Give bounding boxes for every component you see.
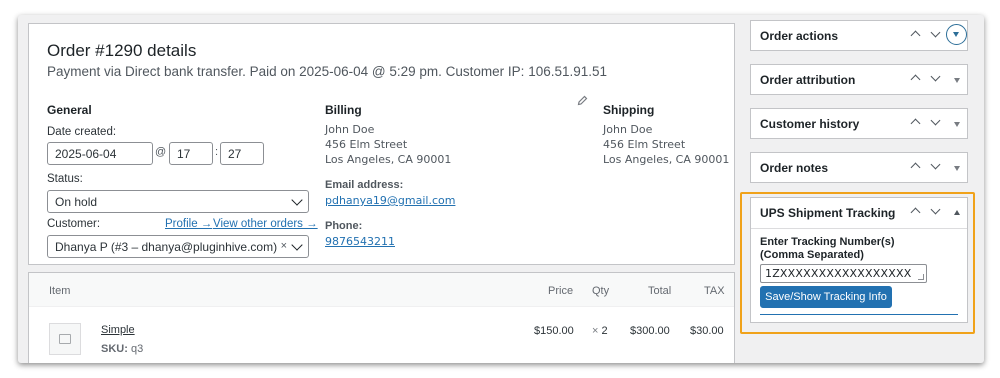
billing-city: Los Angeles, CA 90001: [325, 153, 452, 166]
move-down-icon[interactable]: [929, 27, 943, 43]
save-show-tracking-button[interactable]: Save/Show Tracking Info: [760, 286, 892, 308]
toggle-panel-icon[interactable]: [954, 122, 960, 127]
order-actions-box: Order actions: [750, 20, 968, 51]
billing-address: John Doe 456 Elm Street Los Angeles, CA …: [325, 122, 451, 167]
collapse-panel-icon[interactable]: [954, 210, 960, 215]
move-down-icon[interactable]: [929, 159, 943, 175]
move-down-icon[interactable]: [929, 71, 943, 87]
admin-window: Order #1290 details Payment via Direct b…: [18, 15, 984, 363]
profile-link[interactable]: Profile →: [165, 218, 212, 230]
shipping-city: Los Angeles, CA 90001: [603, 153, 730, 166]
column-qty: Qty: [592, 285, 610, 297]
status-value: On hold: [55, 195, 98, 209]
tracking-number-input[interactable]: 1ZXXXXXXXXXXXXXXXXX: [760, 264, 927, 283]
payment-summary: Payment via Direct bank transfer. Paid o…: [47, 64, 608, 79]
status-select[interactable]: On hold: [47, 190, 309, 213]
email-label: Email address:: [325, 179, 404, 191]
order-notes-box: Order notes: [750, 152, 968, 183]
toggle-panel-icon[interactable]: [954, 78, 960, 83]
shipping-street: 456 Elm Street: [603, 138, 686, 151]
email-link[interactable]: pdhanya19@gmail.com: [325, 194, 455, 207]
date-created-input[interactable]: 2025-06-04: [47, 142, 153, 165]
tracking-result-divider: [760, 314, 958, 315]
tracking-field-label: Enter Tracking Number(s) (Comma Separate…: [760, 236, 894, 262]
page-title: Order #1290 details: [47, 41, 197, 60]
time-separator: :: [215, 146, 219, 158]
general-heading: General: [47, 103, 92, 117]
billing-name: John Doe: [325, 123, 375, 136]
order-details-panel: Order #1290 details Payment via Direct b…: [28, 23, 735, 265]
status-label: Status:: [47, 173, 83, 185]
customer-label: Customer:: [47, 218, 101, 230]
move-up-icon[interactable]: [909, 204, 923, 220]
column-tax: TAX: [704, 285, 725, 297]
move-up-icon[interactable]: [909, 27, 923, 43]
move-up-icon[interactable]: [909, 159, 923, 175]
sku-value: q3: [130, 343, 144, 355]
shipping-address: John Doe 456 Elm Street Los Angeles, CA …: [603, 122, 729, 167]
order-attribution-box: Order attribution: [750, 64, 968, 95]
chevron-down-icon: [291, 239, 303, 251]
at-separator: @: [155, 146, 167, 158]
product-image-placeholder-icon: [49, 323, 81, 355]
ups-box-header: UPS Shipment Tracking: [751, 198, 967, 229]
toggle-panel-icon[interactable]: [954, 166, 960, 171]
column-item: Item: [49, 285, 71, 297]
billing-heading: Billing: [325, 103, 362, 117]
view-other-orders-link[interactable]: View other orders →: [213, 218, 318, 230]
sku-line: SKU: q3: [101, 343, 143, 355]
item-price: $150.00: [534, 325, 574, 337]
phone-label: Phone:: [325, 220, 363, 232]
ups-shipment-tracking-box: UPS Shipment Tracking Enter Tracking Num…: [750, 197, 968, 323]
ups-box-title: UPS Shipment Tracking: [760, 206, 896, 220]
resize-handle-icon[interactable]: [918, 274, 924, 280]
item-qty: × 2: [592, 325, 608, 337]
tracking-number-value: 1ZXXXXXXXXXXXXXXXXX: [765, 267, 912, 280]
move-up-icon[interactable]: [909, 71, 923, 87]
minute-input[interactable]: 27: [220, 142, 264, 165]
product-name-link[interactable]: Simple: [101, 324, 135, 336]
customer-select[interactable]: Dhanya P (#3 – dhanya@pluginhive.com) ×: [47, 235, 309, 258]
box-title: Order actions: [760, 29, 839, 43]
pencil-icon[interactable]: [577, 95, 588, 109]
clear-icon[interactable]: ×: [281, 240, 287, 252]
column-price: Price: [548, 285, 574, 297]
item-tax: $30.00: [690, 325, 724, 337]
qty-value: 2: [601, 325, 608, 337]
box-title: Order notes: [760, 161, 829, 175]
qty-multiplier: ×: [592, 325, 599, 337]
column-total: Total: [648, 285, 672, 297]
chevron-down-icon: [291, 194, 303, 206]
hour-input[interactable]: 17: [169, 142, 213, 165]
phone-link[interactable]: 9876543211: [325, 235, 395, 248]
sku-label: SKU:: [101, 343, 128, 355]
box-title: Order attribution: [760, 73, 856, 87]
move-down-icon[interactable]: [929, 204, 943, 220]
tracking-label-line-1: Enter Tracking Number(s): [760, 236, 895, 248]
billing-street: 456 Elm Street: [325, 138, 408, 151]
move-down-icon[interactable]: [929, 115, 943, 131]
customer-value: Dhanya P (#3 – dhanya@pluginhive.com): [55, 240, 278, 254]
items-header: Item Price Qty Total TAX: [29, 273, 734, 307]
tracking-label-line-2: (Comma Separated): [760, 249, 864, 261]
box-title: Customer history: [760, 117, 860, 131]
move-up-icon[interactable]: [909, 115, 923, 131]
item-total: $300.00: [630, 325, 670, 337]
order-items-panel: Item Price Qty Total TAX Simple SKU: q3 …: [28, 272, 735, 363]
shipping-name: John Doe: [603, 123, 653, 136]
toggle-panel-icon[interactable]: [946, 24, 967, 45]
shipping-heading: Shipping: [603, 103, 655, 117]
date-created-label: Date created:: [47, 126, 117, 138]
customer-history-box: Customer history: [750, 108, 968, 139]
